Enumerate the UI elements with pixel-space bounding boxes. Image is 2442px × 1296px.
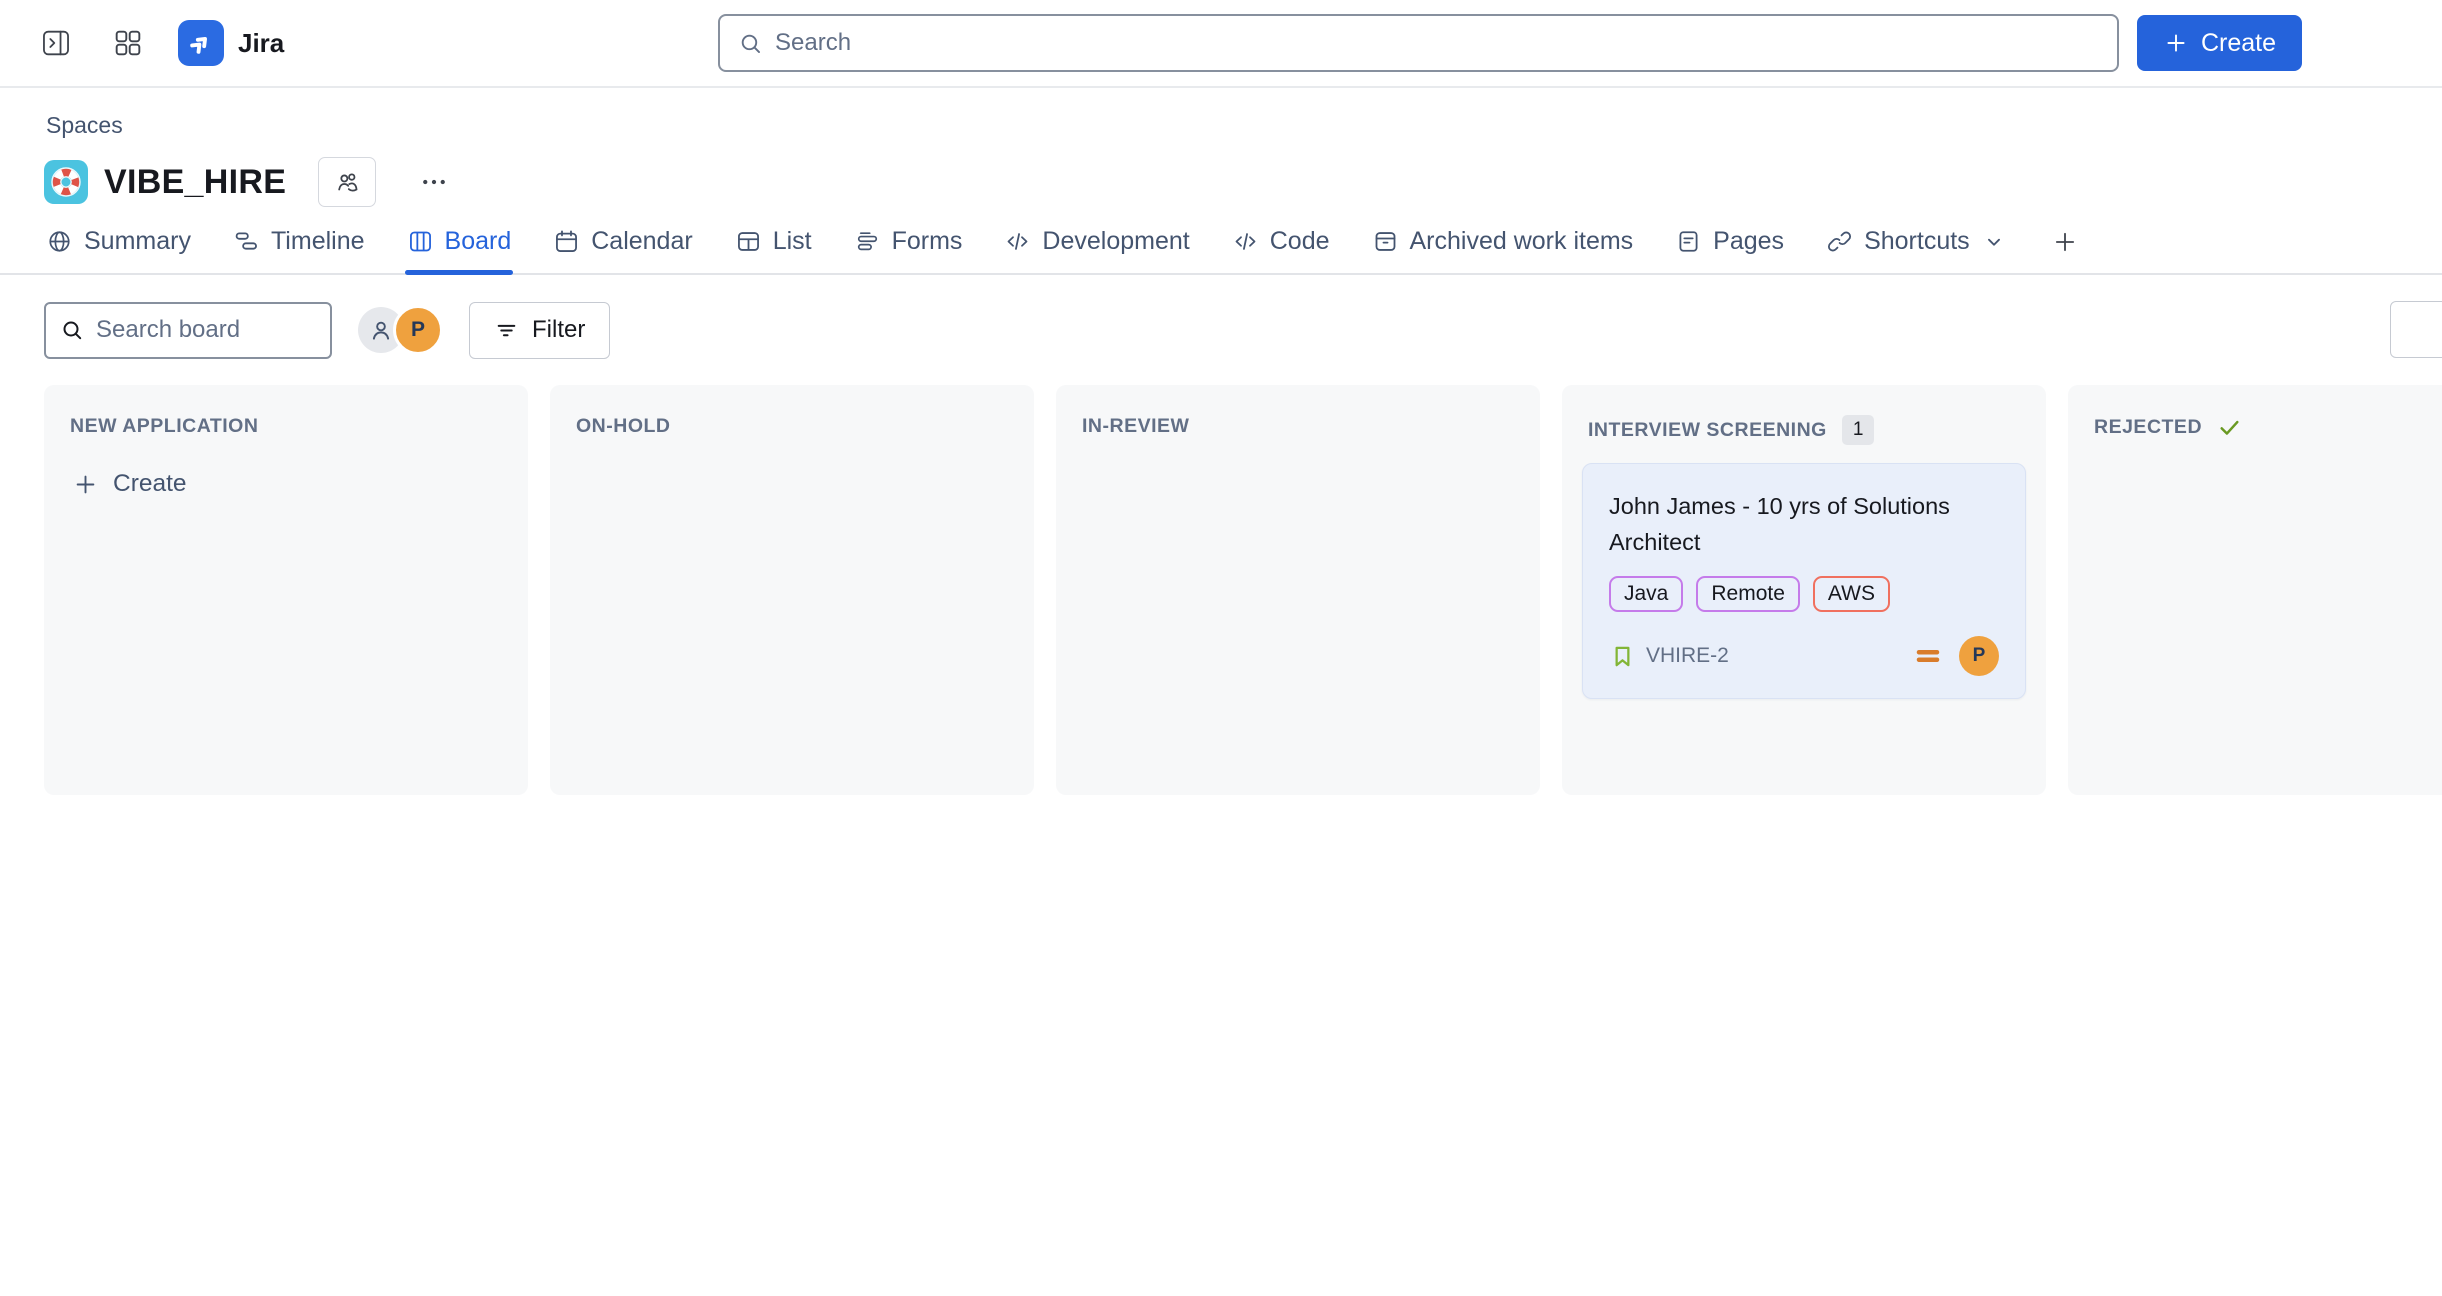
assignee-initial: P bbox=[1973, 645, 1986, 667]
tab-code[interactable]: Code bbox=[1232, 227, 1330, 273]
search-icon bbox=[738, 31, 763, 56]
column-header: INTERVIEW SCREENING 1 bbox=[1588, 415, 2020, 445]
kanban-board: NEW APPLICATION Create ON-HOLD IN-REVIEW… bbox=[44, 385, 2442, 795]
plus-icon bbox=[72, 471, 99, 498]
column-interview-screening: INTERVIEW SCREENING 1 John James - 10 yr… bbox=[1562, 385, 2046, 795]
column-header: REJECTED bbox=[2094, 415, 2442, 440]
app-name: Jira bbox=[238, 28, 284, 59]
plus-icon bbox=[2051, 228, 2079, 256]
forms-icon bbox=[854, 228, 881, 255]
project-members-button[interactable] bbox=[318, 157, 376, 207]
group-button[interactable]: Group bbox=[2390, 301, 2442, 358]
tab-timeline[interactable]: Timeline bbox=[233, 227, 365, 273]
board-search-input[interactable] bbox=[96, 316, 316, 344]
board-search[interactable] bbox=[44, 302, 332, 359]
tab-calendar[interactable]: Calendar bbox=[553, 227, 692, 273]
issue-key: VHIRE-2 bbox=[1646, 644, 1729, 668]
page-title: VIBE_HIRE bbox=[104, 163, 286, 202]
column-new-application: NEW APPLICATION Create bbox=[44, 385, 528, 795]
tab-development[interactable]: Development bbox=[1004, 227, 1189, 273]
bookmark-icon bbox=[1609, 643, 1636, 670]
project-more-button[interactable] bbox=[408, 160, 460, 204]
global-search-input[interactable] bbox=[775, 29, 2099, 57]
link-icon bbox=[1826, 228, 1853, 255]
tab-archived-work-items[interactable]: Archived work items bbox=[1372, 227, 1634, 273]
column-rejected: REJECTED bbox=[2068, 385, 2442, 795]
column-create-button[interactable]: Create bbox=[72, 470, 187, 498]
code-icon bbox=[1004, 228, 1031, 255]
label-tag: Remote bbox=[1696, 576, 1800, 612]
tab-list[interactable]: List bbox=[735, 227, 812, 273]
card-footer: VHIRE-2 P bbox=[1609, 636, 1999, 676]
ellipsis-icon bbox=[419, 167, 449, 197]
tab-summary[interactable]: Summary bbox=[46, 227, 191, 273]
column-name: REJECTED bbox=[2094, 416, 2202, 439]
project-tabs-bar: Summary Timeline Board bbox=[0, 227, 2442, 275]
column-name: INTERVIEW SCREENING bbox=[1588, 419, 1827, 442]
card-title: John James - 10 yrs of Solutions Archite… bbox=[1609, 488, 1999, 560]
project-header: VIBE_HIRE bbox=[44, 151, 2442, 213]
check-icon bbox=[2217, 415, 2242, 440]
breadcrumb[interactable]: Spaces bbox=[46, 112, 2442, 139]
person-icon bbox=[367, 316, 395, 344]
search-icon bbox=[60, 318, 84, 342]
create-button-label: Create bbox=[2201, 29, 2276, 58]
filter-button-label: Filter bbox=[532, 316, 585, 344]
assignee-filter-avatars: P bbox=[358, 305, 443, 355]
issue-card[interactable]: John James - 10 yrs of Solutions Archite… bbox=[1582, 463, 2026, 699]
column-name: NEW APPLICATION bbox=[70, 415, 258, 438]
column-create-label: Create bbox=[113, 470, 187, 498]
column-name: ON-HOLD bbox=[576, 415, 671, 438]
column-header: NEW APPLICATION bbox=[70, 415, 502, 438]
priority-medium-icon bbox=[1913, 641, 1943, 671]
global-search[interactable] bbox=[718, 14, 2119, 72]
jira-brand[interactable]: Jira bbox=[178, 20, 284, 66]
archive-icon bbox=[1372, 228, 1399, 255]
app-grid-icon bbox=[111, 26, 145, 60]
lifebuoy-project-icon bbox=[44, 160, 88, 204]
board-icon bbox=[407, 228, 434, 255]
filter-button[interactable]: Filter bbox=[469, 302, 610, 359]
timeline-icon bbox=[233, 228, 260, 255]
plus-icon bbox=[2163, 30, 2189, 56]
pages-icon bbox=[1675, 228, 1702, 255]
chevron-down-icon bbox=[1983, 231, 2005, 253]
tab-pages[interactable]: Pages bbox=[1675, 227, 1784, 273]
jira-logo-icon bbox=[178, 20, 224, 66]
people-icon bbox=[334, 169, 361, 196]
column-header: IN-REVIEW bbox=[1082, 415, 1514, 438]
label-tag: AWS bbox=[1813, 576, 1890, 612]
top-navigation-bar: Jira Create bbox=[0, 0, 2442, 88]
add-tab-button[interactable] bbox=[2051, 228, 2079, 273]
column-header: ON-HOLD bbox=[576, 415, 1008, 438]
avatar-initial: P bbox=[411, 318, 425, 342]
column-in-review: IN-REVIEW bbox=[1056, 385, 1540, 795]
code-icon bbox=[1232, 228, 1259, 255]
user-avatar-p[interactable]: P bbox=[393, 305, 443, 355]
column-name: IN-REVIEW bbox=[1082, 415, 1189, 438]
sidebar-toggle-button[interactable] bbox=[34, 21, 78, 65]
board-toolbar: P Filter Group bbox=[44, 301, 2442, 359]
label-tag: Java bbox=[1609, 576, 1683, 612]
app-switcher-button[interactable] bbox=[106, 21, 150, 65]
topbar-left-group: Jira bbox=[34, 20, 718, 66]
tab-board[interactable]: Board bbox=[407, 227, 512, 273]
card-labels: Java Remote AWS bbox=[1609, 576, 1999, 612]
tab-shortcuts[interactable]: Shortcuts bbox=[1826, 227, 2005, 273]
globe-icon bbox=[46, 228, 73, 255]
filter-icon bbox=[494, 318, 519, 343]
create-button[interactable]: Create bbox=[2137, 15, 2302, 71]
sidebar-expand-icon bbox=[39, 26, 73, 60]
column-count-badge: 1 bbox=[1842, 415, 1875, 445]
assignee-avatar: P bbox=[1959, 636, 1999, 676]
tab-forms[interactable]: Forms bbox=[854, 227, 963, 273]
table-icon bbox=[735, 228, 762, 255]
column-on-hold: ON-HOLD bbox=[550, 385, 1034, 795]
calendar-icon bbox=[553, 228, 580, 255]
